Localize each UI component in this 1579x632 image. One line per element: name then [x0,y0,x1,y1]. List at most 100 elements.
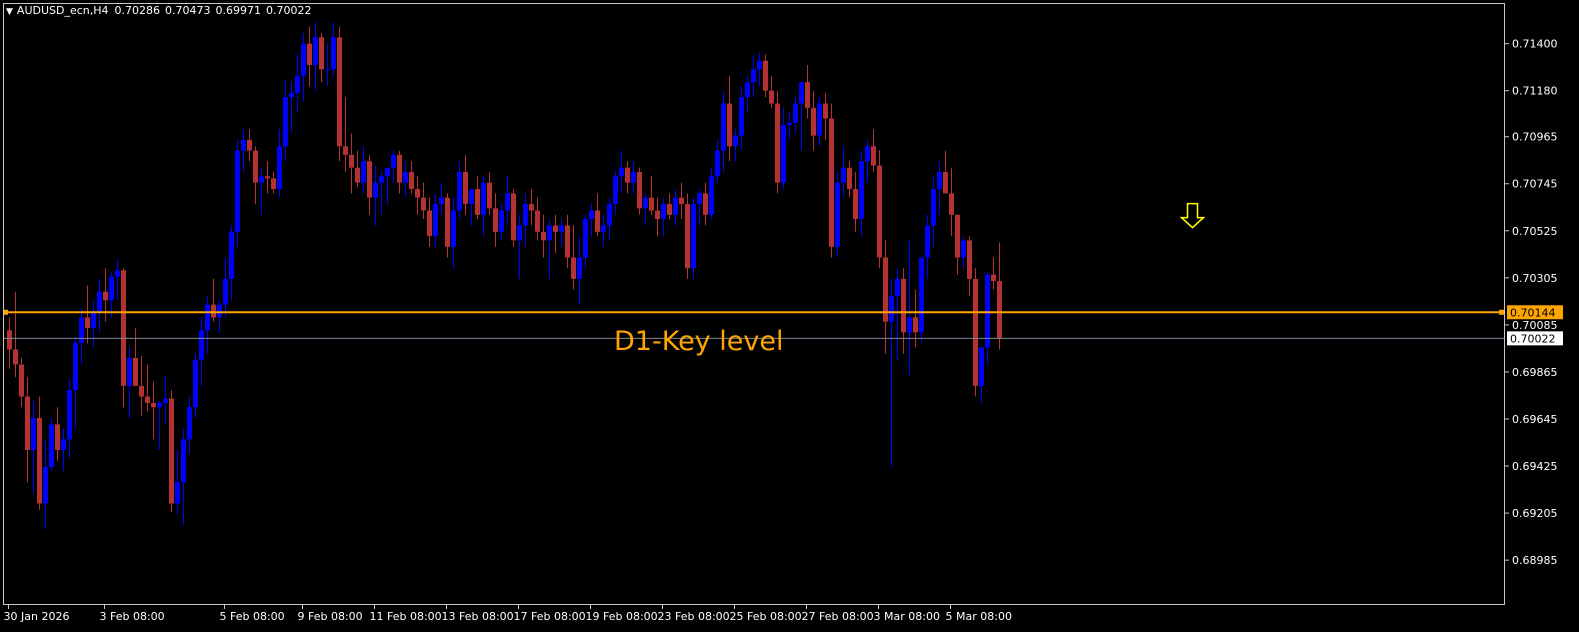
candle-body [619,167,624,177]
candle-body [79,317,84,344]
candle-body [769,90,774,104]
y-tick-label: 0.70085 [1512,319,1558,332]
candle-body [961,240,966,258]
candles-group [7,22,1002,530]
candle-body [331,37,336,70]
arrow-down-outline-icon[interactable] [1179,202,1206,229]
candle-body [277,146,282,190]
candle-body [37,417,42,504]
candle-body [991,274,996,282]
candle-body [229,231,234,279]
price-axis: 0.71400 0.71180 0.70965 0.70745 0.70525 0.703… [1504,38,1558,567]
candle-body [61,439,66,451]
high-value: 0.70473 [165,4,211,17]
candle-body [529,204,534,211]
x-tick-label: 25 Feb 08:00 [730,610,802,623]
candle-body [415,189,420,198]
candle-body [97,291,102,311]
candle-body [763,60,768,91]
candle-body [805,82,810,108]
candle-body [979,347,984,386]
candle-body [829,118,834,247]
candle-body [367,161,372,198]
candle-body [31,417,36,451]
key-level-handle-right[interactable] [1499,309,1504,315]
y-tick-label: 0.70965 [1512,131,1558,144]
candle-body [289,92,294,98]
candle-body [511,193,516,241]
candle-body [73,343,78,391]
y-tick-label: 0.69865 [1512,366,1558,379]
x-tick-label: 27 Feb 08:00 [802,610,874,623]
candle-body [715,150,720,177]
candle-body [115,270,120,277]
candle-body [187,407,192,440]
candle-body [847,167,852,190]
candle-body [595,210,600,232]
candle-body [481,182,486,215]
y-tick-label: 0.71400 [1512,38,1558,51]
candle-body [427,210,432,237]
candle-body [607,204,612,226]
time-axis: 30 Jan 2026 3 Feb 08:00 5 Feb 08:00 9 Feb 0… [4,604,1012,623]
candle-body [505,193,510,211]
candle-body [271,178,276,190]
candle-body [355,167,360,183]
candle-body [217,304,222,318]
candle-body [151,402,156,408]
candle-body [241,139,246,151]
candle-body [817,103,822,136]
candle-body [985,274,990,348]
candle-body [475,189,480,215]
candle-body [745,82,750,98]
candle-body [793,103,798,123]
candle-body [319,37,324,70]
candle-body [49,424,54,468]
candle-body [391,154,396,168]
candle-body [877,165,882,258]
x-tick-label: 5 Mar 08:00 [946,610,1012,623]
candle-body [109,276,114,301]
candle-body [337,37,342,147]
candle-body [751,69,756,83]
symbol-label: AUDUSD_ecn,H4 [16,4,109,17]
candle-body [13,349,18,365]
candle-body [739,97,744,136]
candle-body [409,171,414,190]
candle-body [997,281,1002,339]
candle-body [931,189,936,226]
y-tick-label: 0.70305 [1512,272,1558,285]
candle-body [445,197,450,247]
candle-body [343,146,348,155]
candle-body [19,364,24,397]
candle-body [421,197,426,211]
triangle-down-icon[interactable]: ▼ [6,7,13,17]
candle-body [127,358,132,386]
candle-body [373,182,378,198]
y-tick-label: 0.69205 [1512,507,1558,520]
candle-body [637,171,642,209]
candle-body [631,171,636,183]
candle-body [703,193,708,215]
key-level-label: D1-Key level [614,326,784,357]
candle-body [691,204,696,269]
x-tick-label: 9 Feb 08:00 [298,610,363,623]
x-tick-label: 5 Feb 08:00 [220,610,285,623]
candle-body [823,103,828,119]
candle-body [853,189,858,220]
candle-body [667,204,672,215]
y-tick-label: 0.69425 [1512,460,1558,473]
candle-body [283,97,288,147]
candle-body [403,171,408,183]
candle-body [613,176,618,205]
candle-body [253,150,258,183]
candle-body [757,60,762,70]
chart-canvas[interactable]: 0.71400 0.71180 0.70965 0.70745 0.70525 0.703… [0,0,1579,632]
candle-body [169,398,174,504]
y-tick-label: 0.70525 [1512,225,1558,238]
candle-body [259,176,264,183]
candle-body [559,225,564,232]
candle-body [571,257,576,279]
candle-body [553,225,558,232]
candle-body [295,75,300,93]
